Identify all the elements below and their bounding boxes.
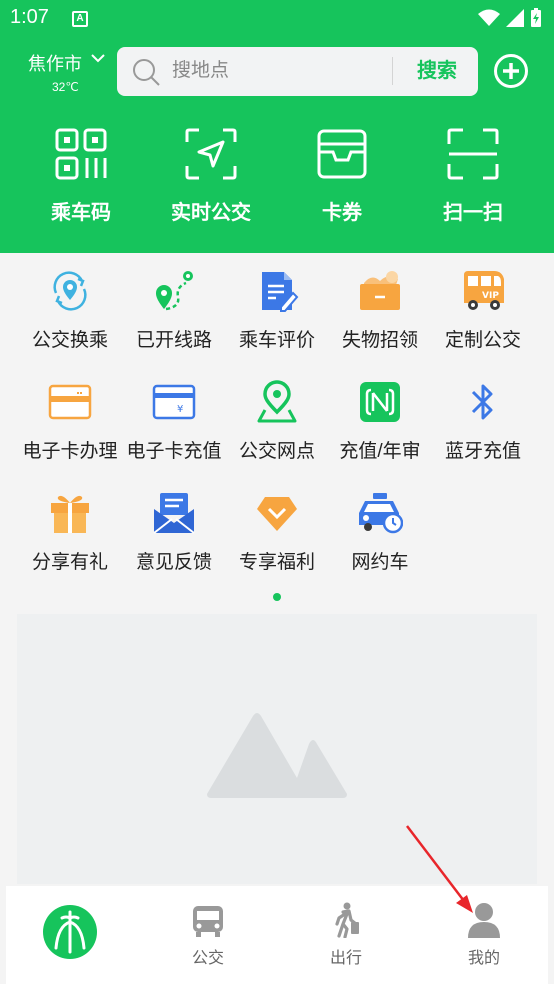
- city-name: 焦作市: [28, 54, 82, 74]
- search-icon: [133, 59, 160, 86]
- svg-text:VIP: VIP: [482, 291, 499, 301]
- battery-icon: [531, 8, 541, 27]
- card-wallet-icon: [317, 129, 367, 179]
- top-action-scan[interactable]: 扫一扫: [408, 128, 538, 225]
- status-time: 1:07: [10, 6, 49, 28]
- grid-item-vip-bus[interactable]: VIP 定制公交: [428, 269, 538, 352]
- grid-label: 电子卡办理: [22, 441, 118, 462]
- ecard-icon: [48, 384, 92, 420]
- bluetooth-icon: [471, 384, 493, 420]
- feedback-mail-icon: [153, 493, 195, 534]
- grid-label: 定制公交: [444, 330, 521, 351]
- grid-label: 电子卡充值: [126, 441, 222, 462]
- gift-icon: [51, 495, 89, 533]
- route-icon: [156, 271, 193, 311]
- nav-label: 公交: [191, 950, 224, 967]
- service-point-icon: [257, 380, 297, 423]
- function-grid: 公交换乘 已开线路 乘车评价 失物招领 VIP 定制公交 电子卡办理 ¥ 电子卡…: [0, 253, 554, 593]
- top-action-qr[interactable]: 乘车码: [16, 128, 146, 225]
- chevron-down-icon: [91, 54, 105, 63]
- grid-label: 失物招领: [341, 330, 418, 351]
- search-input[interactable]: [172, 57, 387, 85]
- grid-label: 已开线路: [135, 330, 212, 351]
- grid-item-transfer[interactable]: 公交换乘: [15, 269, 125, 352]
- profile-icon: [468, 903, 500, 938]
- lost-found-icon: [360, 271, 400, 310]
- nav-mine[interactable]: 我的: [424, 886, 544, 984]
- temperature: 32℃: [52, 80, 79, 94]
- grid-item-review[interactable]: 乘车评价: [222, 269, 332, 352]
- svg-text:¥: ¥: [177, 404, 183, 415]
- grid-item-feedback[interactable]: 意见反馈: [119, 491, 229, 574]
- transfer-location-icon: [53, 271, 87, 311]
- ecard-recharge-icon: ¥: [152, 384, 196, 420]
- wifi-icon: [478, 9, 500, 26]
- nav-home[interactable]: [10, 886, 130, 984]
- realtime-navigation-icon: [185, 128, 237, 180]
- scan-icon: [447, 128, 499, 180]
- city-selector[interactable]: 焦作市 32℃: [28, 50, 114, 94]
- bottom-nav: 公交 出行 我的: [6, 886, 548, 984]
- top-action-label: 卡券: [322, 202, 362, 224]
- grid-label: 公交换乘: [31, 330, 108, 351]
- grid-item-ecard[interactable]: 电子卡办理: [15, 380, 125, 463]
- nav-bus[interactable]: 公交: [148, 886, 268, 984]
- banner-placeholder[interactable]: [17, 614, 537, 884]
- grid-item-routes[interactable]: 已开线路: [119, 269, 229, 352]
- grid-label: 公交网点: [238, 441, 315, 462]
- grid-item-taxi[interactable]: 网约车: [325, 491, 435, 574]
- nav-travel[interactable]: 出行: [286, 886, 406, 984]
- status-bar: 1:07 A: [0, 0, 554, 38]
- top-action-label: 扫一扫: [443, 202, 503, 224]
- nav-label: 出行: [329, 950, 362, 967]
- top-actions: 乘车码 实时公交 卡券 扫一扫: [0, 128, 554, 228]
- status-icons: [478, 8, 542, 28]
- qr-code-icon: [55, 128, 107, 180]
- search-bar: 搜索: [117, 47, 478, 96]
- search-divider: [392, 57, 393, 85]
- grid-label: 分享有礼: [31, 552, 108, 573]
- grid-label: 网约车: [351, 552, 409, 573]
- grid-item-service-point[interactable]: 公交网点: [222, 380, 332, 463]
- review-doc-icon: [262, 272, 299, 312]
- add-circle-icon[interactable]: [493, 53, 529, 89]
- taxi-icon: [359, 493, 403, 534]
- top-action-label: 实时公交: [171, 202, 251, 224]
- search-button[interactable]: 搜索: [402, 47, 472, 96]
- walking-icon: [335, 902, 359, 938]
- signal-icon: [506, 9, 524, 27]
- image-placeholder-icon: [207, 713, 347, 798]
- grid-label: 意见反馈: [135, 552, 212, 573]
- nfc-icon: [360, 382, 400, 422]
- home-logo-icon: [43, 905, 97, 959]
- grid-item-nfc[interactable]: 充值/年审: [325, 380, 435, 463]
- diamond-icon: [257, 497, 297, 531]
- bus-icon: [193, 906, 223, 937]
- vip-bus-icon: VIP: [464, 271, 504, 310]
- grid-item-ecard-recharge[interactable]: ¥ 电子卡充值: [119, 380, 229, 463]
- top-action-realtime[interactable]: 实时公交: [146, 128, 276, 225]
- grid-label: 专享福利: [238, 552, 315, 573]
- grid-item-gift[interactable]: 分享有礼: [15, 491, 125, 574]
- header: 1:07 A 焦作市 32℃ 搜索 乘车: [0, 0, 554, 253]
- grid-item-benefits[interactable]: 专享福利: [222, 491, 332, 574]
- top-action-label: 乘车码: [51, 202, 111, 224]
- nav-label: 我的: [467, 950, 500, 967]
- page-indicator-dot: [273, 593, 281, 601]
- top-action-cards[interactable]: 卡券: [277, 128, 407, 225]
- notification-badge-icon: A: [72, 11, 88, 27]
- grid-label: 蓝牙充值: [444, 441, 521, 462]
- grid-item-lost-found[interactable]: 失物招领: [325, 269, 435, 352]
- grid-label: 乘车评价: [238, 330, 315, 351]
- grid-item-bluetooth[interactable]: 蓝牙充值: [428, 380, 538, 463]
- grid-label: 充值/年审: [339, 441, 421, 462]
